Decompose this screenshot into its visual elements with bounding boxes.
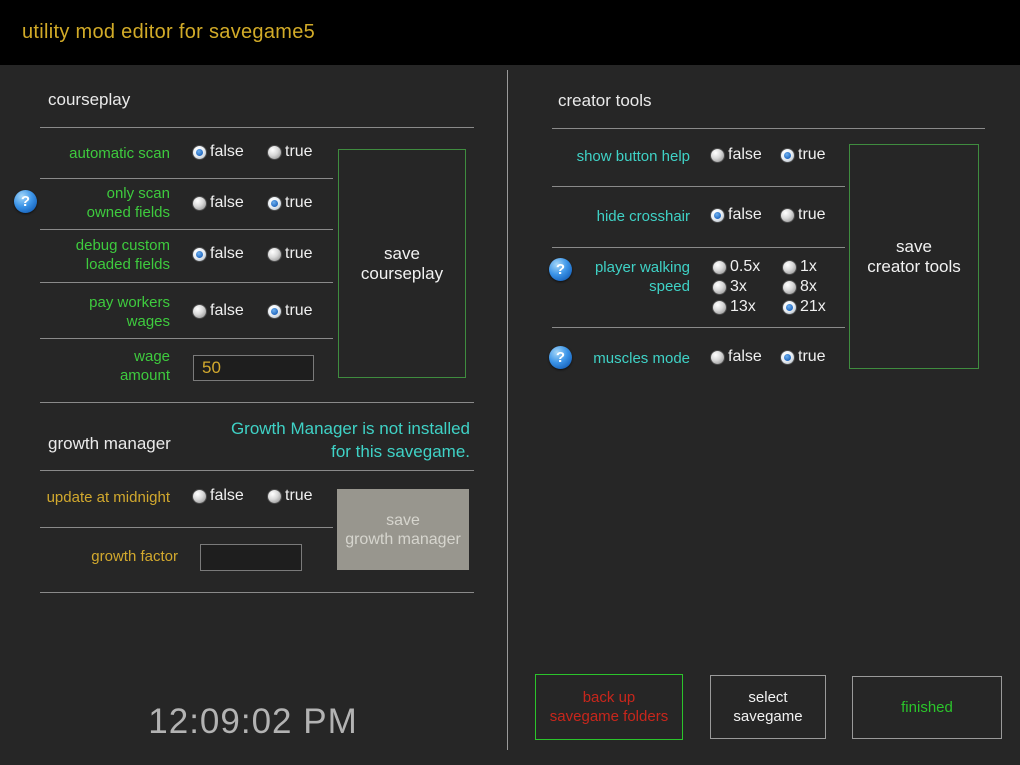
creator-tools-heading: creator tools <box>558 91 652 111</box>
radio-label[interactable]: 1x <box>800 257 817 277</box>
player-walking-speed-label: player walking speed <box>540 258 690 296</box>
separator <box>40 527 333 528</box>
show-button-help-true-radio[interactable] <box>780 148 795 163</box>
save-creator-tools-button[interactable]: save creator tools <box>849 144 979 369</box>
separator <box>40 592 474 593</box>
muscles-mode-label: muscles mode <box>540 349 690 368</box>
only-scan-true-radio[interactable] <box>267 196 282 211</box>
separator <box>40 282 333 283</box>
courseplay-heading: courseplay <box>48 90 130 110</box>
debug-custom-loaded-fields-label: debug custom loaded fields <box>20 236 170 274</box>
separator <box>40 402 474 403</box>
separator <box>552 327 845 328</box>
show-button-help-false-radio[interactable] <box>710 148 725 163</box>
update-midnight-true-radio[interactable] <box>267 489 282 504</box>
show-button-help-label: show button help <box>540 147 690 166</box>
radio-label[interactable]: false <box>728 205 762 225</box>
only-scan-owned-fields-label: only scan owned fields <box>20 184 170 222</box>
debug-fields-false-radio[interactable] <box>192 247 207 262</box>
separator <box>40 338 333 339</box>
speed-8x-radio[interactable] <box>782 280 797 295</box>
separator <box>40 470 474 471</box>
separator <box>40 127 474 128</box>
debug-fields-true-radio[interactable] <box>267 247 282 262</box>
speed-21x-radio[interactable] <box>782 300 797 315</box>
select-savegame-button[interactable]: select savegame <box>710 675 826 739</box>
radio-label[interactable]: false <box>210 301 244 321</box>
growth-manager-heading: growth manager <box>48 434 171 454</box>
hide-crosshair-false-radio[interactable] <box>710 208 725 223</box>
speed-13x-radio[interactable] <box>712 300 727 315</box>
pay-wages-false-radio[interactable] <box>192 304 207 319</box>
pay-wages-true-radio[interactable] <box>267 304 282 319</box>
clock: 12:09:02 PM <box>100 702 406 742</box>
radio-label[interactable]: 0.5x <box>730 257 760 277</box>
muscles-mode-false-radio[interactable] <box>710 350 725 365</box>
title-bar: utility mod editor for savegame5 <box>0 0 1020 65</box>
separator <box>40 229 333 230</box>
finished-button[interactable]: finished <box>852 676 1002 739</box>
growth-factor-label: growth factor <box>28 547 178 566</box>
separator <box>552 247 845 248</box>
radio-label[interactable]: 8x <box>800 277 817 297</box>
separator <box>40 178 333 179</box>
radio-label[interactable]: false <box>210 244 244 264</box>
pay-workers-wages-label: pay workers wages <box>20 293 170 331</box>
radio-label[interactable]: false <box>210 142 244 162</box>
radio-label[interactable]: true <box>798 205 826 225</box>
automatic-scan-true-radio[interactable] <box>267 145 282 160</box>
radio-label[interactable]: true <box>285 301 313 321</box>
automatic-scan-false-radio[interactable] <box>192 145 207 160</box>
automatic-scan-label: automatic scan <box>20 144 170 163</box>
hide-crosshair-label: hide crosshair <box>540 207 690 226</box>
radio-label[interactable]: true <box>285 142 313 162</box>
only-scan-false-radio[interactable] <box>192 196 207 211</box>
radio-label[interactable]: 3x <box>730 277 747 297</box>
radio-label[interactable]: true <box>285 486 313 506</box>
radio-label[interactable]: true <box>285 244 313 264</box>
update-at-midnight-label: update at midnight <box>20 488 170 507</box>
radio-label[interactable]: false <box>210 486 244 506</box>
radio-label[interactable]: 21x <box>800 297 826 317</box>
radio-label[interactable]: 13x <box>730 297 756 317</box>
radio-label[interactable]: false <box>210 193 244 213</box>
speed-3x-radio[interactable] <box>712 280 727 295</box>
column-divider <box>507 70 508 750</box>
growth-manager-notice: Growth Manager is not installed for this… <box>175 417 470 463</box>
radio-label[interactable]: true <box>798 145 826 165</box>
save-courseplay-button[interactable]: save courseplay <box>338 149 466 378</box>
radio-label[interactable]: false <box>728 347 762 367</box>
radio-label[interactable]: false <box>728 145 762 165</box>
radio-label[interactable]: true <box>285 193 313 213</box>
backup-savegame-folders-button[interactable]: back up savegame folders <box>535 674 683 740</box>
speed-1x-radio[interactable] <box>782 260 797 275</box>
separator <box>552 128 985 129</box>
muscles-mode-true-radio[interactable] <box>780 350 795 365</box>
speed-0-5x-radio[interactable] <box>712 260 727 275</box>
window-title: utility mod editor for savegame5 <box>22 0 315 64</box>
wage-amount-input[interactable] <box>193 355 314 381</box>
update-midnight-false-radio[interactable] <box>192 489 207 504</box>
growth-factor-input[interactable] <box>200 544 302 571</box>
separator <box>552 186 845 187</box>
save-growth-manager-button: save growth manager <box>337 489 469 570</box>
wage-amount-label: wage amount <box>20 347 170 385</box>
radio-label[interactable]: true <box>798 347 826 367</box>
hide-crosshair-true-radio[interactable] <box>780 208 795 223</box>
